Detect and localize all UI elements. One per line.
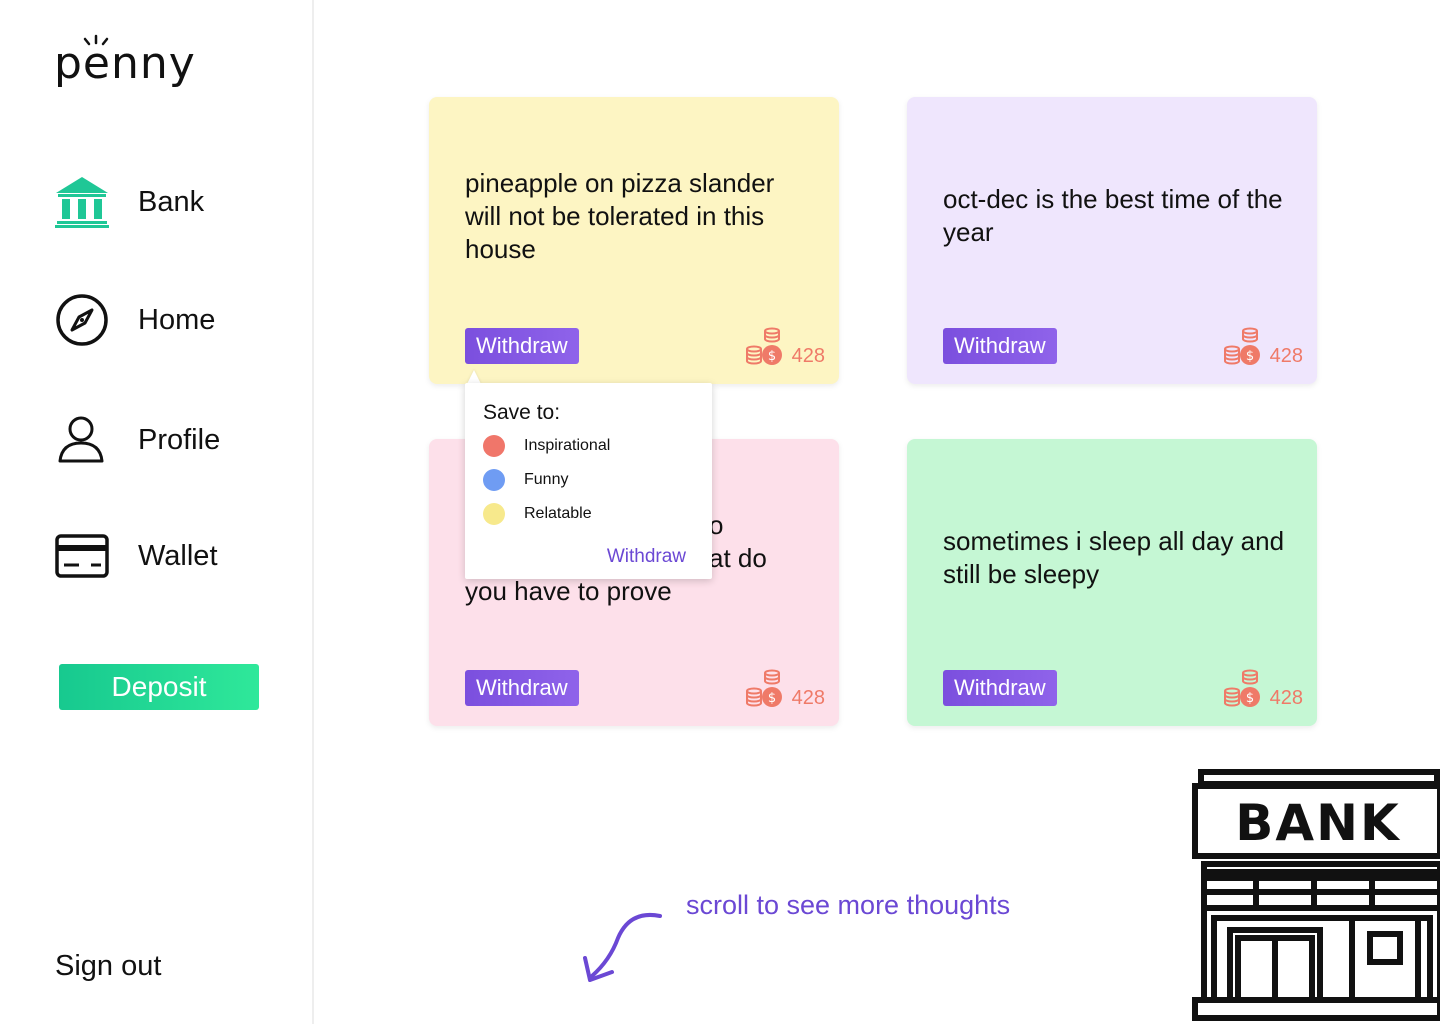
coin-counter: $ 428 bbox=[1223, 327, 1303, 367]
svg-text:$: $ bbox=[1245, 691, 1253, 706]
svg-text:$: $ bbox=[767, 691, 775, 706]
coin-counter: $ 428 bbox=[745, 669, 825, 709]
category-dot bbox=[483, 435, 505, 457]
coin-counter: $ 428 bbox=[745, 327, 825, 367]
nav-item-home[interactable]: Home bbox=[54, 292, 215, 348]
option-label: Inspirational bbox=[524, 437, 611, 454]
coin-count: 428 bbox=[791, 687, 825, 709]
thought-text: sometimes i sleep all day and still be s… bbox=[943, 526, 1285, 589]
save-option-relatable[interactable]: Relatable bbox=[483, 503, 592, 525]
scroll-hint: scroll to see more thoughts bbox=[686, 890, 1011, 920]
svg-text:$: $ bbox=[1245, 349, 1253, 364]
popup-withdraw-link[interactable]: Withdraw bbox=[607, 546, 686, 568]
coin-count: 428 bbox=[791, 345, 825, 367]
thought-card[interactable]: sometimes i sleep all day and still be s… bbox=[907, 439, 1317, 726]
user-icon bbox=[54, 412, 110, 468]
bank-icon bbox=[54, 174, 110, 230]
option-label: Relatable bbox=[524, 505, 592, 522]
option-label: Funny bbox=[524, 471, 569, 488]
category-dot bbox=[483, 469, 505, 491]
thought-card[interactable]: pineapple on pizza slander will not be t… bbox=[429, 97, 839, 384]
coins-icon: $ bbox=[745, 669, 782, 707]
nav-label-profile: Profile bbox=[138, 423, 221, 456]
thought-text: pineapple on pizza slander will not be t… bbox=[465, 168, 775, 264]
sidebar: penny Bank Home Profile Wallet Deposit S… bbox=[0, 0, 314, 1024]
thought-text-partial: at do bbox=[709, 543, 767, 573]
popup-title: Save to: bbox=[483, 401, 561, 424]
coins-icon: $ bbox=[1223, 327, 1260, 365]
thought-card[interactable]: oct-dec is the best time of the year Wit… bbox=[907, 97, 1317, 384]
nav-item-wallet[interactable]: Wallet bbox=[54, 528, 218, 584]
withdraw-button[interactable]: Withdraw bbox=[943, 328, 1057, 364]
compass-icon bbox=[54, 292, 110, 348]
thought-text: you have to prove bbox=[465, 576, 672, 606]
sign-out-link[interactable]: Sign out bbox=[55, 950, 161, 983]
withdraw-button[interactable]: Withdraw bbox=[943, 670, 1057, 706]
withdraw-button[interactable]: Withdraw bbox=[465, 328, 579, 364]
deposit-button[interactable]: Deposit bbox=[59, 664, 259, 710]
save-option-funny[interactable]: Funny bbox=[483, 469, 568, 491]
bank-sign-text: BANK bbox=[1235, 794, 1401, 852]
popup-pointer bbox=[467, 370, 481, 384]
coin-count: 428 bbox=[1269, 345, 1303, 367]
curved-arrow-icon bbox=[583, 913, 662, 982]
category-dot bbox=[483, 503, 505, 525]
nav-label-wallet: Wallet bbox=[138, 539, 218, 572]
nav-label-home: Home bbox=[138, 303, 216, 336]
withdraw-button[interactable]: Withdraw bbox=[465, 670, 579, 706]
coin-count: 428 bbox=[1269, 687, 1303, 709]
nav-item-profile[interactable]: Profile bbox=[54, 412, 220, 468]
thought-text: oct-dec is the best time of the year bbox=[943, 184, 1283, 247]
save-option-inspirational[interactable]: Inspirational bbox=[483, 435, 610, 457]
svg-text:$: $ bbox=[767, 349, 775, 364]
coin-counter: $ 428 bbox=[1223, 669, 1303, 709]
thought-text-partial: o bbox=[709, 510, 724, 540]
bank-building-icon: BANK bbox=[1192, 769, 1440, 1021]
save-to-popup: Save to: Inspirational Funny Relatable W… bbox=[465, 383, 712, 579]
penny-logo[interactable]: penny bbox=[54, 34, 196, 94]
nav-label-bank: Bank bbox=[138, 185, 205, 218]
coins-icon: $ bbox=[1223, 669, 1260, 707]
nav-item-bank[interactable]: Bank bbox=[54, 174, 204, 230]
sun-icon bbox=[83, 34, 109, 46]
credit-card-icon bbox=[54, 528, 110, 584]
coins-icon: $ bbox=[745, 327, 782, 365]
